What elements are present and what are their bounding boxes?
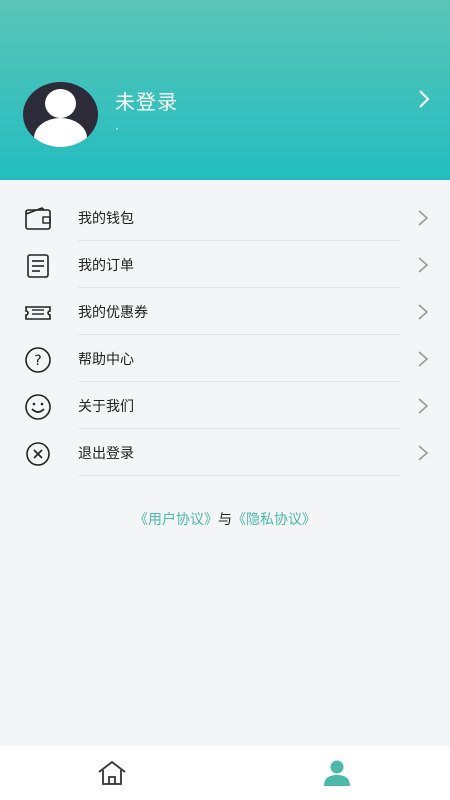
chevron-right-icon <box>418 210 429 226</box>
menu-item-help[interactable]: ? 帮助中心 <box>0 335 450 382</box>
bottom-tab-bar <box>0 746 450 800</box>
menu-label-logout: 退出登录 <box>78 446 134 462</box>
smile-icon <box>25 394 51 420</box>
menu-label-orders: 我的订单 <box>78 258 134 274</box>
avatar[interactable] <box>23 82 98 147</box>
menu-label-coupons: 我的优惠券 <box>78 305 148 321</box>
help-icon: ? <box>25 347 51 373</box>
chevron-right-icon <box>418 445 429 461</box>
home-icon <box>98 761 126 785</box>
menu-item-wallet[interactable]: 我的钱包 <box>0 194 450 241</box>
user-subtitle: · <box>115 122 119 136</box>
menu-list: 我的钱包 我的订单 我的优惠券 ? 帮助中心 关于我们 退出登录 <box>0 194 450 476</box>
profile-header[interactable]: 未登录 · <box>0 0 450 180</box>
menu-item-orders[interactable]: 我的订单 <box>0 241 450 288</box>
username[interactable]: 未登录 <box>115 86 178 115</box>
svg-text:?: ? <box>34 353 41 369</box>
wallet-icon <box>25 207 51 230</box>
logout-icon <box>26 442 50 466</box>
privacy-agreement-link[interactable]: 《隐私协议》 <box>232 512 316 528</box>
menu-label-help: 帮助中心 <box>78 352 134 368</box>
chevron-right-icon <box>418 304 429 320</box>
menu-label-about: 关于我们 <box>78 399 134 415</box>
menu-item-logout[interactable]: 退出登录 <box>0 429 450 476</box>
tab-profile[interactable] <box>225 746 450 800</box>
user-agreement-link[interactable]: 《用户协议》 <box>134 512 218 528</box>
chevron-right-icon <box>418 351 429 367</box>
chevron-right-icon <box>418 257 429 273</box>
chevron-right-icon <box>418 398 429 414</box>
menu-item-coupons[interactable]: 我的优惠券 <box>0 288 450 335</box>
profile-icon <box>324 760 350 786</box>
menu-label-wallet: 我的钱包 <box>78 211 134 227</box>
tab-home[interactable] <box>0 746 225 800</box>
chevron-right-icon[interactable] <box>414 88 434 110</box>
order-icon <box>27 254 49 278</box>
coupon-icon <box>25 306 51 320</box>
menu-item-about[interactable]: 关于我们 <box>0 382 450 429</box>
agreement-connector: 与 <box>218 512 232 528</box>
agreement-links: 《用户协议》与《隐私协议》 <box>0 509 450 529</box>
